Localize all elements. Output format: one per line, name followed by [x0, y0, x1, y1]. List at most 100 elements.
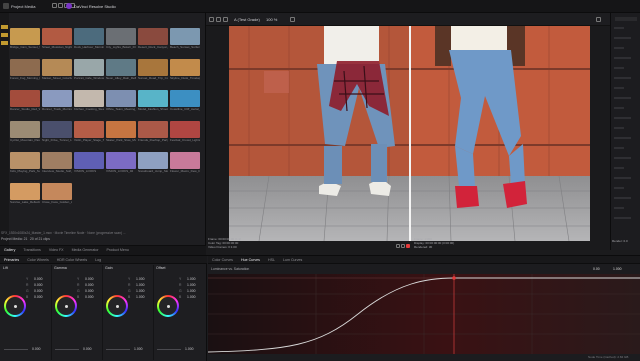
tab-color-wheels[interactable]: Color Wheels	[23, 256, 53, 265]
clip-thumbnail[interactable]: Kids_Playing_Park_Sunny	[10, 152, 40, 177]
clip-thumbnail[interactable]: Festival_Crowd_Lights_Night	[170, 121, 200, 146]
effects-tab[interactable]: Video FX	[45, 246, 68, 255]
channel-value[interactable]: 1.000	[136, 277, 145, 281]
channel-value[interactable]: 1.000	[136, 295, 145, 299]
inspector-row[interactable]	[614, 37, 631, 39]
tab-hue-curves[interactable]: Hue Curves	[237, 256, 264, 265]
channel-value[interactable]: 1.000	[187, 289, 196, 293]
wheel-master-value[interactable]: 0.000	[83, 347, 92, 351]
channel-value[interactable]: 0.000	[85, 295, 94, 299]
channel-value[interactable]: 0.000	[85, 289, 94, 293]
clip-thumbnail[interactable]: Night_Drive_Tunnel_Lights	[42, 121, 72, 146]
clip-thumbnail[interactable]: Kitchen_Cooking_Steam_Close	[74, 90, 104, 115]
viewer-mode-icon[interactable]	[209, 17, 214, 22]
master-slider[interactable]	[157, 349, 181, 350]
clip-thumbnail[interactable]: Dancer_Studio_Red_Wall	[10, 90, 40, 115]
clip-thumbnail[interactable]: Neon_Alley_Rain_Reflect	[106, 59, 136, 84]
inspector-row[interactable]	[614, 197, 631, 199]
folder-icon[interactable]	[1, 25, 8, 29]
master-slider[interactable]	[106, 349, 130, 350]
folder-icon[interactable]	[1, 41, 8, 45]
grade-dropdown[interactable]: A (Test Grade)	[234, 17, 264, 22]
wheel-center-handle[interactable]	[115, 304, 119, 308]
inspector-row[interactable]	[614, 87, 624, 89]
channel-value[interactable]: 0.000	[85, 283, 94, 287]
inspector-row[interactable]	[614, 147, 624, 149]
inspector-row[interactable]	[614, 67, 624, 69]
curve-graph[interactable]	[207, 274, 640, 354]
wheel-master-value[interactable]: 1.000	[185, 347, 194, 351]
inspector-row[interactable]	[614, 107, 624, 109]
stop-icon[interactable]	[401, 244, 406, 248]
clip-thumbnail[interactable]: Violin_Player_Stage_Spot	[74, 121, 104, 146]
wipe-icon[interactable]	[223, 17, 228, 22]
clip-thumbnail[interactable]: City_Lights_Bokeh_Drive	[106, 28, 136, 53]
curves-value-2[interactable]: 1.000	[613, 267, 633, 272]
clip-thumbnail[interactable]: Runner_Track_Morning_Side	[42, 90, 72, 115]
color-wheel[interactable]	[4, 295, 26, 317]
curves-value-1[interactable]: 0.00	[593, 267, 613, 272]
wheel-center-handle[interactable]	[166, 304, 170, 308]
inspector-row[interactable]	[614, 167, 624, 169]
clip-thumbnail[interactable]: Bridge_Cam_Sunset_Wide_04	[10, 28, 40, 53]
clip-thumbnail[interactable]: Office_Team_Meeting_Wide	[106, 90, 136, 115]
tab-hsl[interactable]: HSL	[264, 256, 279, 265]
tab-lum-curves[interactable]: Lum Curves	[279, 256, 306, 265]
channel-value[interactable]: 1.000	[136, 289, 145, 293]
list-view-icon[interactable]	[52, 3, 57, 8]
tab-color-curves[interactable]: Color Curves	[208, 256, 237, 265]
channel-value[interactable]: 0.000	[85, 277, 94, 281]
clip-thumbnail[interactable]: Cyclist_Mountain_Pass_Sun	[10, 121, 40, 146]
clip-thumbnail[interactable]: Friends_Rooftop_Party_Warm	[138, 121, 168, 146]
channel-value[interactable]: 0.000	[34, 277, 43, 281]
clip-thumbnail[interactable]: Flower_Macro_Dew_Drops	[170, 152, 200, 177]
wheel-master-value[interactable]: 0.000	[32, 347, 41, 351]
color-wheel[interactable]	[106, 295, 128, 317]
clip-thumbnail[interactable]: Coastline_Cliff_Aerial_Blue	[170, 90, 200, 115]
effects-tab[interactable]: Media Generator	[68, 246, 103, 255]
clip-thumbnail[interactable]: VISION_LOOKS_02	[106, 152, 136, 177]
inspector-row[interactable]	[614, 117, 631, 119]
app-menu-icon[interactable]	[3, 3, 9, 9]
wheel-master-value[interactable]: 1.000	[134, 347, 143, 351]
effects-tab[interactable]: Gallery	[0, 246, 19, 255]
inspector-row[interactable]	[614, 57, 631, 59]
channel-value[interactable]: 0.000	[34, 295, 43, 299]
channel-value[interactable]: 0.000	[34, 283, 43, 287]
effects-tab[interactable]: Transitions	[19, 246, 44, 255]
clip-thumbnail[interactable]: Model_Fashion_Shoot_Teal	[138, 90, 168, 115]
loop-icon[interactable]	[406, 244, 411, 248]
inspector-row[interactable]	[614, 27, 624, 29]
clip-thumbnail[interactable]: Snowboard_Jump_Slow	[138, 152, 168, 177]
clip-thumbnail[interactable]: VISION_LOOKS	[74, 152, 104, 177]
inspector-row[interactable]	[614, 127, 624, 129]
inspector-row[interactable]	[614, 177, 631, 179]
clip-thumbnail[interactable]: Sunrise_Lake_Reflection	[10, 183, 40, 208]
clip-thumbnail[interactable]: Sunset_Road_Trip_Convertible	[138, 59, 168, 84]
inspector-row[interactable]	[614, 187, 624, 189]
channel-value[interactable]: 1.000	[136, 283, 145, 287]
clip-thumbnail[interactable]: Beach_Sunset_Surfers_Gold	[170, 28, 200, 53]
inspector-row[interactable]	[614, 47, 624, 49]
split-icon[interactable]	[216, 17, 221, 22]
channel-value[interactable]: 1.000	[187, 295, 196, 299]
fullscreen-icon[interactable]	[290, 17, 295, 22]
clip-thumbnail[interactable]: Forest_Fog_Morning_Drone	[10, 59, 40, 84]
clip-thumbnail[interactable]: Close_Face_Golden_Hour	[42, 183, 72, 208]
wheel-center-handle[interactable]	[13, 304, 17, 308]
clip-thumbnail[interactable]: Interview_Studio_Soft_Key	[42, 152, 72, 177]
play-icon[interactable]	[396, 244, 400, 248]
channel-value[interactable]: 1.000	[187, 283, 196, 287]
wheel-center-handle[interactable]	[64, 304, 68, 308]
color-wheel[interactable]	[157, 295, 179, 317]
inspector-row[interactable]	[614, 217, 631, 219]
clip-thumbnail[interactable]: Desert_Rock_Canyon_Drone	[138, 28, 168, 53]
clip-thumbnail[interactable]: Skater_Park_Slow_Motion	[106, 121, 136, 146]
zoom-level[interactable]: 100 %	[266, 17, 286, 22]
tab-primaries[interactable]: Primaries	[0, 256, 23, 265]
clip-thumbnail[interactable]: Dock_Harbour_Morning_Haze	[74, 28, 104, 53]
inspector-row[interactable]	[614, 207, 624, 209]
inspector-row[interactable]	[614, 137, 631, 139]
curves-dropdown[interactable]: Luminance vs. Saturation	[211, 267, 291, 272]
inspector-row[interactable]	[614, 77, 631, 79]
